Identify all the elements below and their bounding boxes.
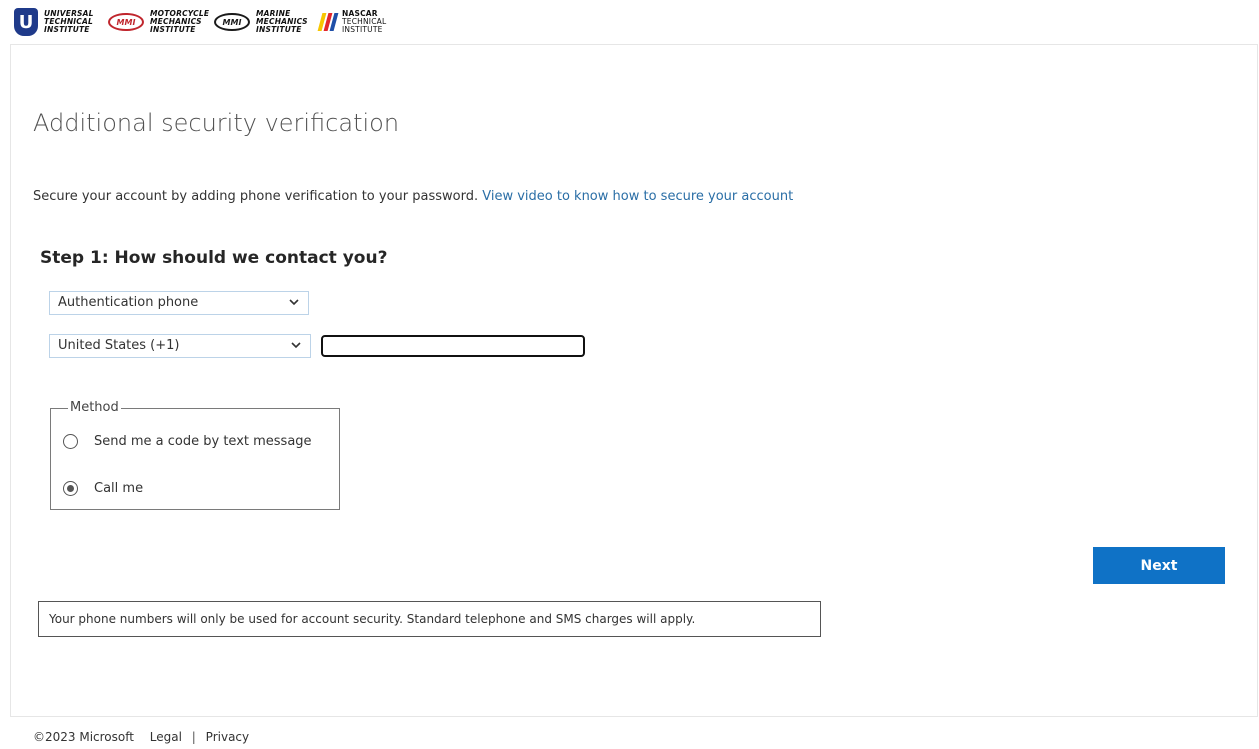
country-code-value: United States (+1) xyxy=(58,338,180,353)
phone-number-input[interactable] xyxy=(321,335,585,357)
logo-line: Institute xyxy=(150,25,196,34)
method-option-label: Send me a code by text message xyxy=(94,434,312,449)
country-code-select[interactable]: United States (+1) xyxy=(49,334,311,358)
method-option-label: Call me xyxy=(94,481,144,496)
contact-method-value: Authentication phone xyxy=(58,295,199,310)
method-option-call[interactable]: Call me xyxy=(63,481,143,496)
method-legend: Method xyxy=(68,400,121,415)
uti-shield-logo: U xyxy=(14,8,38,36)
mmi-motorcycle-oval-logo: MMI xyxy=(108,13,144,31)
next-button[interactable]: Next xyxy=(1093,547,1225,584)
legal-link[interactable]: Legal xyxy=(150,730,182,744)
footer-separator: | xyxy=(191,730,196,744)
nascar-stripes-logo xyxy=(317,13,339,31)
logo-line: Institute xyxy=(256,25,302,34)
copyright-text: ©2023 Microsoft xyxy=(33,730,134,744)
institute-logos: U Universal Technical Institute MMI Moto… xyxy=(14,6,412,38)
step1-title: Step 1: How should we contact you? xyxy=(40,248,388,268)
logo-line: Institute xyxy=(44,25,90,34)
logo-header: U Universal Technical Institute MMI Moto… xyxy=(0,0,1259,44)
chevron-down-icon xyxy=(289,299,299,306)
privacy-link[interactable]: Privacy xyxy=(206,730,249,744)
logo-line: Institute xyxy=(342,25,383,34)
page-title: Additional security verification xyxy=(33,109,400,137)
view-video-link[interactable]: View video to know how to secure your ac… xyxy=(482,189,793,204)
radio-text-message[interactable] xyxy=(63,434,78,449)
mmi-marine-logo-text: Marine Mechanics Institute xyxy=(256,10,314,34)
footer-links: ©2023 Microsoft Legal | Privacy xyxy=(33,730,249,744)
method-fieldset: Method Send me a code by text message Ca… xyxy=(50,400,340,510)
method-option-text[interactable]: Send me a code by text message xyxy=(63,434,312,449)
verification-panel: Additional security verification Secure … xyxy=(10,44,1258,716)
mmi-motorcycle-logo-text: Motorcycle Mechanics Institute xyxy=(150,10,209,34)
chevron-down-icon xyxy=(291,342,301,349)
contact-method-select[interactable]: Authentication phone xyxy=(49,291,309,315)
radio-call-me[interactable] xyxy=(63,481,78,496)
intro-description: Secure your account by adding phone veri… xyxy=(33,189,483,204)
intro-text: Secure your account by adding phone veri… xyxy=(33,189,793,204)
page-footer: ©2023 Microsoft Legal | Privacy xyxy=(10,716,1258,749)
mmi-marine-oval-logo: MMI xyxy=(214,13,250,31)
nascar-logo-text: NASCAR Technical Institute xyxy=(342,10,412,34)
uti-logo-text: Universal Technical Institute xyxy=(44,10,102,34)
phone-usage-notice: Your phone numbers will only be used for… xyxy=(38,601,821,637)
